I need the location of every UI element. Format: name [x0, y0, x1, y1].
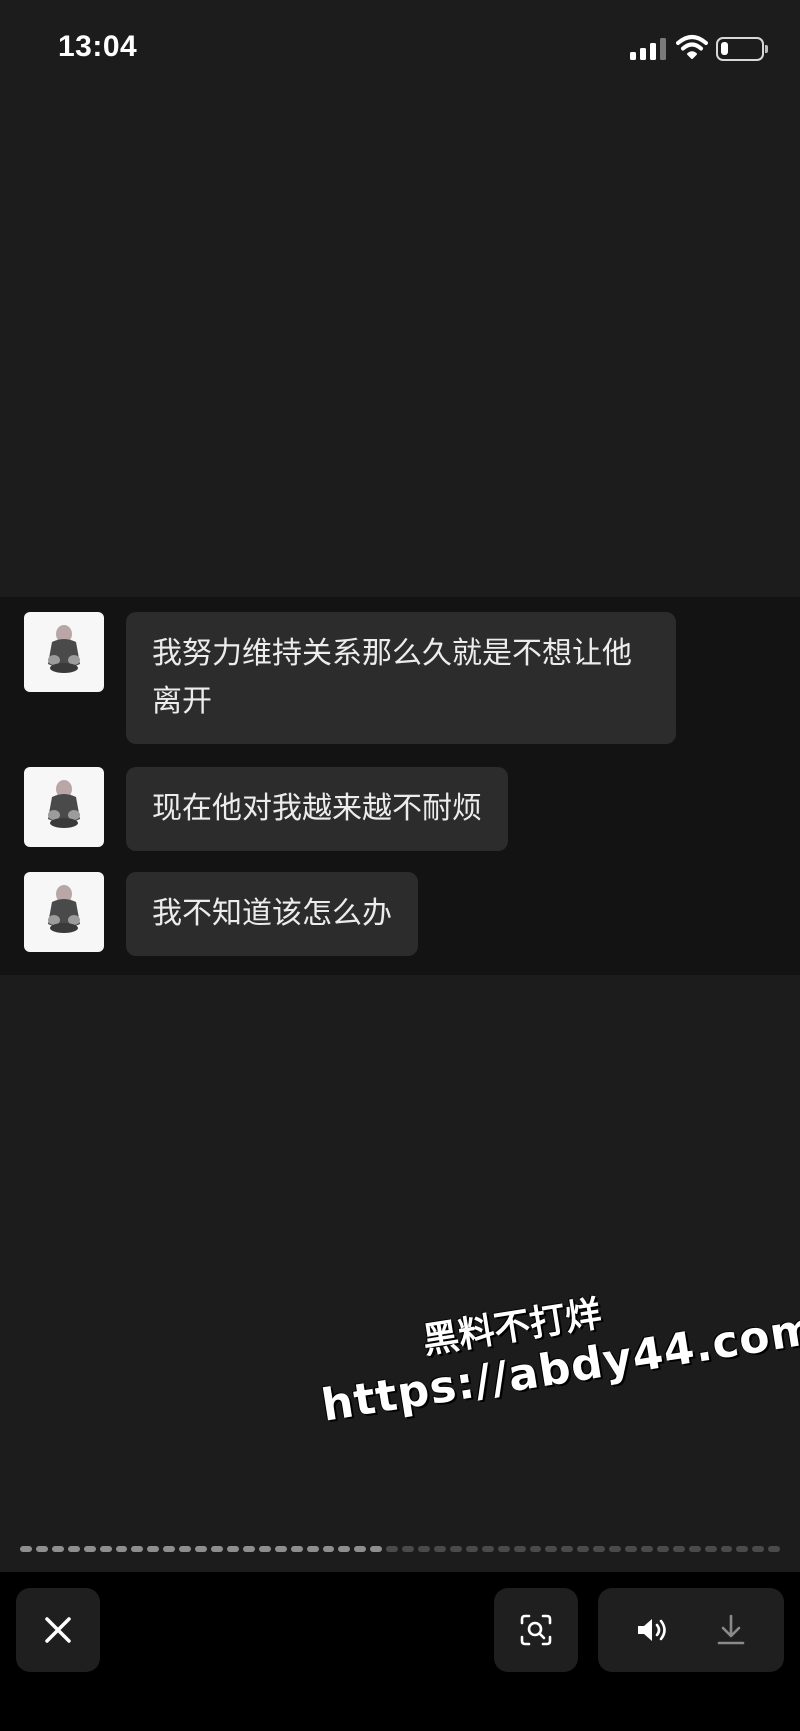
progress-segment [736, 1546, 749, 1552]
progress-segment [258, 1546, 271, 1552]
progress-segment [179, 1546, 192, 1552]
avatar [24, 612, 104, 692]
progress-segment [752, 1546, 765, 1552]
progress-segment [20, 1546, 32, 1552]
progress-segment [704, 1546, 717, 1552]
progress-segment [513, 1546, 526, 1552]
progress-segment [768, 1546, 781, 1552]
avatar-figure-icon [48, 885, 80, 933]
progress-segment [577, 1546, 590, 1552]
progress-segment [640, 1546, 653, 1552]
wifi-icon [676, 35, 708, 59]
battery-level [721, 42, 728, 55]
progress-segment [625, 1546, 637, 1552]
progress-segment [402, 1546, 415, 1552]
chat-message: 我不知道该怎么办 [24, 872, 418, 956]
download-icon[interactable] [714, 1613, 748, 1647]
progress-segment [656, 1546, 669, 1552]
chat-message: 现在他对我越来越不耐烦 [24, 767, 508, 851]
progress-segment [465, 1546, 478, 1552]
progress-segment [449, 1546, 462, 1552]
progress-segment [497, 1546, 510, 1552]
progress-segment [386, 1546, 399, 1552]
progress-segment [370, 1546, 383, 1552]
message-bubble: 我努力维持关系那么久就是不想让他离开 [126, 612, 676, 744]
progress-segment [481, 1546, 494, 1552]
progress-segment [354, 1546, 367, 1552]
progress-segment [672, 1546, 685, 1552]
progress-segment [131, 1546, 144, 1552]
progress-segment [226, 1546, 239, 1552]
avatar-figure-icon [48, 625, 80, 673]
chat-message: 我努力维持关系那么久就是不想让他离开 [24, 612, 676, 744]
progress-segment [688, 1546, 701, 1552]
avatar [24, 872, 104, 952]
progress-segment [211, 1546, 223, 1552]
progress-segment [593, 1546, 606, 1552]
volume-icon[interactable] [635, 1615, 673, 1645]
message-bubble: 我不知道该怎么办 [126, 872, 418, 956]
progress-segment [195, 1546, 208, 1552]
avatar [24, 767, 104, 847]
progress-segment [99, 1546, 112, 1552]
progress-segment [529, 1546, 542, 1552]
media-controls [598, 1588, 784, 1672]
progress-segment [290, 1546, 303, 1552]
progress-segment [83, 1546, 96, 1552]
progress-segment [418, 1546, 430, 1552]
status-bar: 13:04 [0, 0, 800, 100]
progress-segment [609, 1546, 622, 1552]
story-progress [20, 1546, 781, 1552]
visual-search-icon [520, 1614, 552, 1646]
status-time: 13:04 [58, 30, 138, 63]
battery-icon [716, 37, 768, 61]
progress-segment [561, 1546, 574, 1552]
avatar-figure-icon [48, 780, 80, 828]
progress-segment [322, 1546, 335, 1552]
progress-segment [433, 1546, 446, 1552]
visual-search-button[interactable] [494, 1588, 578, 1672]
progress-segment [67, 1546, 80, 1552]
progress-segment [545, 1546, 558, 1552]
close-button[interactable] [16, 1588, 100, 1672]
progress-segment [115, 1546, 128, 1552]
progress-segment [306, 1546, 319, 1552]
progress-segment [51, 1546, 64, 1552]
message-bubble: 现在他对我越来越不耐烦 [126, 767, 508, 851]
progress-segment [163, 1546, 176, 1552]
progress-segment [147, 1546, 160, 1552]
bottom-toolbar [0, 1572, 800, 1731]
close-icon [45, 1617, 71, 1643]
progress-segment [720, 1546, 733, 1552]
progress-segment [274, 1546, 287, 1552]
signal-icon [630, 38, 666, 60]
progress-segment [35, 1546, 48, 1552]
progress-segment [242, 1546, 255, 1552]
progress-segment [338, 1546, 351, 1552]
